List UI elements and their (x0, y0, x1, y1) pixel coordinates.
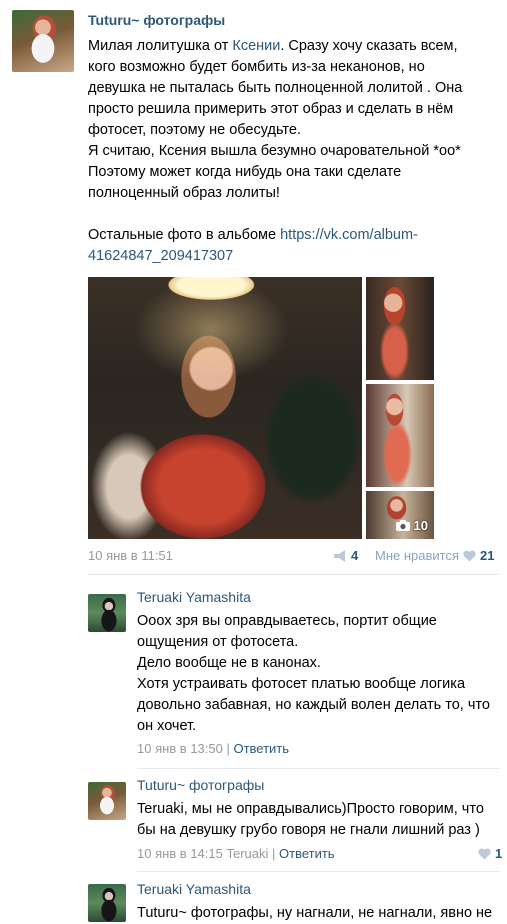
comment-date[interactable]: 10 янв в 13:50 (137, 741, 223, 756)
post-line: кого возможно будет бомбить из-за некано… (88, 59, 425, 75)
photo-count-badge: 10 (395, 518, 428, 533)
share-button[interactable]: 4 (333, 548, 358, 563)
reply-button[interactable]: Ответить (279, 846, 335, 861)
post-line: Поэтому может когда нибудь она таки сдел… (88, 164, 402, 180)
post-text: Милая лолитушка от Ксении. Сразу хочу ск… (88, 36, 498, 267)
heart-icon (478, 848, 491, 859)
comment-meta: 10 янв в 13:50 | Ответить (137, 741, 290, 756)
comment-author[interactable]: Teruaki Yamashita (137, 881, 251, 897)
reply-to[interactable]: Teruaki (226, 846, 268, 861)
mention-link[interactable]: Ксении (232, 38, 280, 54)
photo-main[interactable] (88, 277, 362, 539)
post-line: полноценный образ лолиты! (88, 185, 280, 201)
heart-icon (463, 550, 476, 561)
post-line: фотосет, поэтому не обесудьте. (88, 122, 301, 138)
post-date[interactable]: 10 янв в 11:51 (88, 548, 173, 563)
divider (137, 871, 499, 872)
commenter-avatar[interactable] (88, 884, 126, 922)
divider (137, 768, 499, 769)
comment-text: Оооx зря вы оправдываетесь, портит общие… (137, 613, 490, 734)
post-line: Я считаю, Ксения вышла безумно очаровате… (88, 143, 461, 159)
post-line: Милая лолитушка от Ксении. Сразу хочу ск… (88, 38, 458, 54)
like-button[interactable]: Мне нравится 21 (375, 548, 494, 563)
comment-text: Teruaki, мы не оправдывались)Просто гово… (137, 801, 484, 838)
comment-author[interactable]: Tuturu~ фотографы (137, 777, 264, 793)
commenter-avatar[interactable] (88, 782, 126, 820)
comment-text: Tuturu~ фотографы, ну нагнали, не нагнал… (137, 905, 493, 921)
group-avatar[interactable] (12, 10, 74, 72)
divider (88, 574, 499, 575)
album-link[interactable]: https://vk.com/album- (280, 227, 418, 243)
album-link-cont[interactable]: 41624847_209417307 (88, 246, 498, 267)
commenter-avatar[interactable] (88, 594, 126, 632)
photo-thumb-2[interactable] (366, 384, 434, 487)
like-label: Мне нравится (375, 548, 460, 563)
post-line: девушка не пыталась быть полноценной лол… (88, 80, 463, 96)
reply-button[interactable]: Ответить (233, 741, 289, 756)
post-author[interactable]: Tuturu~ фотографы (88, 12, 225, 28)
post-line: Остальные фото в альбоме https://vk.com/… (88, 227, 418, 243)
comment-date[interactable]: 10 янв в 14:15 (137, 846, 223, 861)
comment-like-button[interactable]: 1 (478, 846, 502, 861)
post-line: просто решила примерить этот образ и сде… (88, 101, 454, 117)
photo-thumb-3[interactable]: 10 (366, 491, 434, 539)
camera-icon (395, 520, 410, 531)
megaphone-icon (334, 549, 345, 562)
photo-thumb-1[interactable] (366, 277, 434, 380)
comment-meta: 10 янв в 14:15 Teruaki | Ответить (137, 846, 335, 861)
comment-author[interactable]: Teruaki Yamashita (137, 589, 251, 605)
